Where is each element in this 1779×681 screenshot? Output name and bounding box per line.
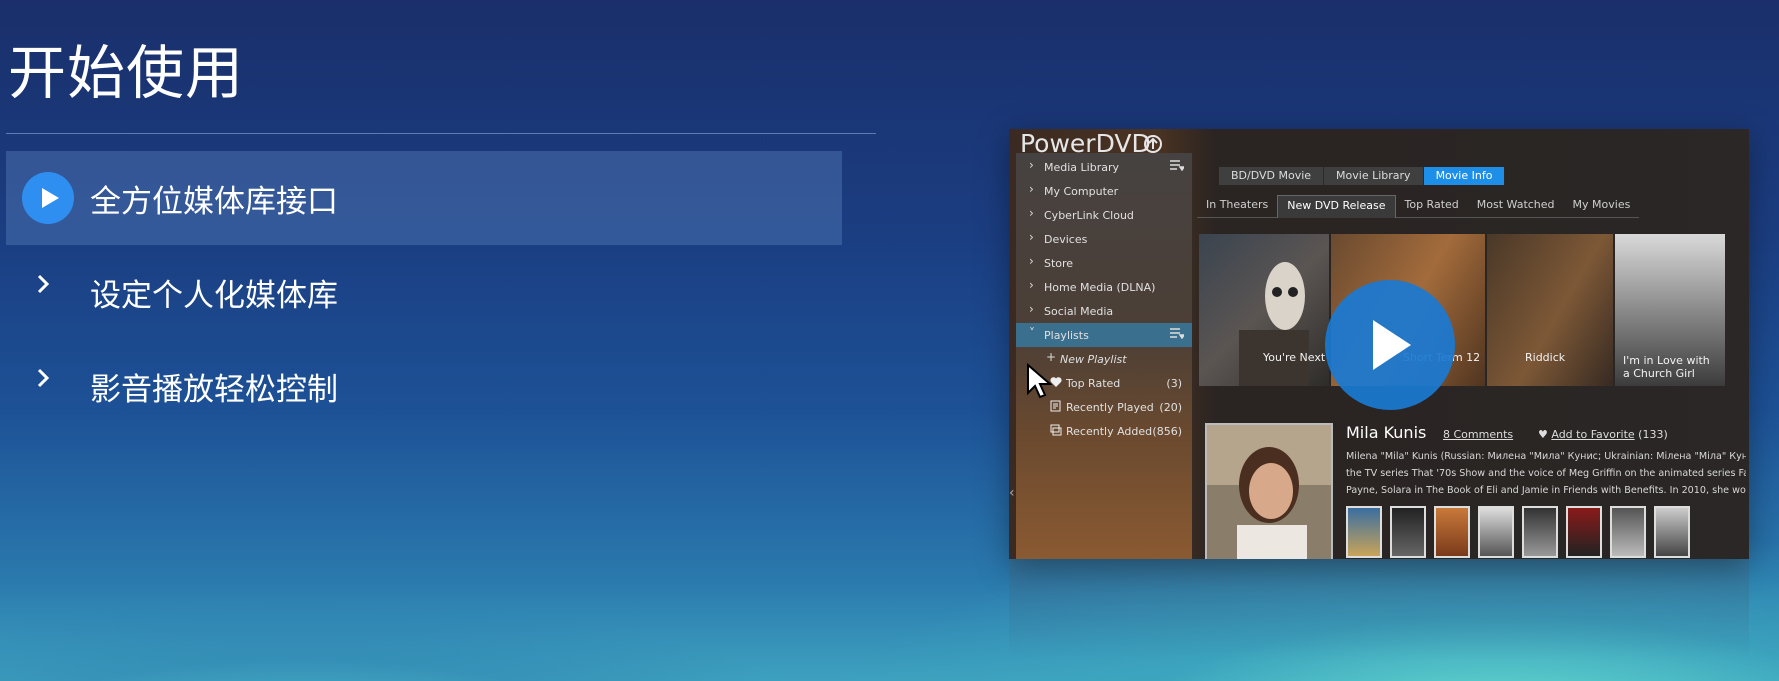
chevron-right-icon: › — [1029, 254, 1034, 268]
playlist-recently-added[interactable]: Recently Added (856) — [1016, 419, 1192, 443]
tab-new-dvd-release[interactable]: New DVD Release — [1277, 195, 1396, 218]
poster-card[interactable]: Riddick — [1487, 234, 1613, 386]
poster-title: Riddick — [1525, 351, 1566, 364]
movie-thumbnail[interactable] — [1346, 506, 1382, 558]
tab-in-theaters[interactable]: In Theaters — [1197, 195, 1278, 218]
chevron-right-icon — [36, 367, 50, 393]
poster-card[interactable]: I'm in Love with a Church Girl — [1615, 234, 1725, 386]
list-menu-icon[interactable] — [1170, 327, 1186, 342]
chevron-left-icon[interactable]: ‹ — [1009, 485, 1015, 501]
tab-bd-dvd-movie[interactable]: BD/DVD Movie — [1219, 167, 1325, 185]
list-menu-icon[interactable] — [1170, 159, 1186, 174]
sidebar: › Media Library › My Computer › CyberLin… — [1016, 153, 1192, 559]
poster-title: I'm in Love with a Church Girl — [1623, 354, 1710, 380]
poster-card[interactable]: You're Next — [1199, 234, 1329, 386]
chevron-right-icon — [36, 273, 50, 299]
chevron-right-icon: › — [1029, 182, 1034, 196]
tab-top-rated[interactable]: Top Rated — [1395, 195, 1468, 218]
actor-name: Mila Kunis — [1346, 423, 1427, 442]
sidebar-item-home-media[interactable]: › Home Media (DLNA) — [1016, 275, 1192, 299]
sidebar-item-my-computer[interactable]: › My Computer — [1016, 179, 1192, 203]
menu-item-label: 设定个人化媒体库 — [90, 277, 338, 314]
play-icon — [1373, 320, 1411, 370]
powerdvd-screenshot: PowerDVD › Media Library › My Computer ›… — [1009, 129, 1749, 559]
menu-item-personalize-library[interactable]: 设定个人化媒体库 — [6, 245, 842, 339]
movie-thumbnail[interactable] — [1610, 506, 1646, 558]
chevron-right-icon: › — [1029, 158, 1034, 172]
tab-movie-library[interactable]: Movie Library — [1324, 167, 1424, 185]
menu-item-playback-control[interactable]: 影音播放轻松控制 — [6, 339, 842, 433]
movie-thumbnail[interactable] — [1390, 506, 1426, 558]
chevron-right-icon: › — [1029, 206, 1034, 220]
page-title: 开始使用 — [8, 39, 245, 107]
movie-thumbnail[interactable] — [1522, 506, 1558, 558]
screenshot-reflection — [1009, 559, 1749, 659]
chevron-right-icon: › — [1029, 302, 1034, 316]
title-divider — [6, 133, 876, 134]
plus-icon: + — [1046, 350, 1057, 364]
play-icon — [22, 172, 74, 224]
movie-thumbnail[interactable] — [1566, 506, 1602, 558]
portrait-image — [1207, 425, 1331, 559]
menu-item-media-library-interface[interactable]: 全方位媒体库接口 — [6, 151, 842, 245]
actor-bio: Milena "Mila" Kunis (Russian: Милена "Ми… — [1346, 451, 1746, 496]
actor-photo — [1205, 423, 1333, 559]
top-tabs: BD/DVD Movie Movie Library Movie Info — [1219, 167, 1506, 185]
menu-item-label: 全方位媒体库接口 — [90, 183, 338, 220]
movie-thumbnail[interactable] — [1654, 506, 1690, 558]
add-to-favorite-link[interactable]: ♥ Add to Favorite (133) — [1538, 428, 1668, 441]
comments-link[interactable]: 8 Comments — [1443, 428, 1513, 441]
sidebar-item-devices[interactable]: › Devices — [1016, 227, 1192, 251]
movie-thumbnail[interactable] — [1434, 506, 1470, 558]
chevron-right-icon: › — [1029, 278, 1034, 292]
sidebar-item-social-media[interactable]: › Social Media — [1016, 299, 1192, 323]
heart-plus-icon: ♥ — [1538, 428, 1552, 441]
tab-movie-info[interactable]: Movie Info — [1423, 167, 1506, 185]
chevron-down-icon: ˅ — [1029, 326, 1035, 340]
feature-menu: 全方位媒体库接口 设定个人化媒体库 影音播放轻松控制 — [6, 151, 842, 433]
menu-item-label: 影音播放轻松控制 — [90, 371, 338, 408]
sub-tabs: In Theaters New DVD Release Top Rated Mo… — [1197, 195, 1640, 218]
sidebar-item-store[interactable]: › Store — [1016, 251, 1192, 275]
sidebar-item-media-library[interactable]: › Media Library — [1016, 155, 1192, 179]
movie-thumbnail[interactable] — [1478, 506, 1514, 558]
stack-icon — [1050, 424, 1062, 436]
play-button[interactable] — [1325, 280, 1455, 410]
tab-most-watched[interactable]: Most Watched — [1467, 195, 1564, 218]
poster-title: You're Next — [1263, 351, 1326, 364]
poster-strip: You're Next Short Term 12 Riddick I'm in… — [1199, 234, 1749, 386]
filmography-thumbnails — [1346, 506, 1690, 558]
sidebar-item-cyberlink-cloud[interactable]: › CyberLink Cloud — [1016, 203, 1192, 227]
tab-my-movies[interactable]: My Movies — [1563, 195, 1640, 218]
sidebar-item-playlists[interactable]: ˅ Playlists — [1016, 323, 1192, 347]
mouse-cursor-icon — [1026, 362, 1053, 403]
chevron-right-icon: › — [1029, 230, 1034, 244]
